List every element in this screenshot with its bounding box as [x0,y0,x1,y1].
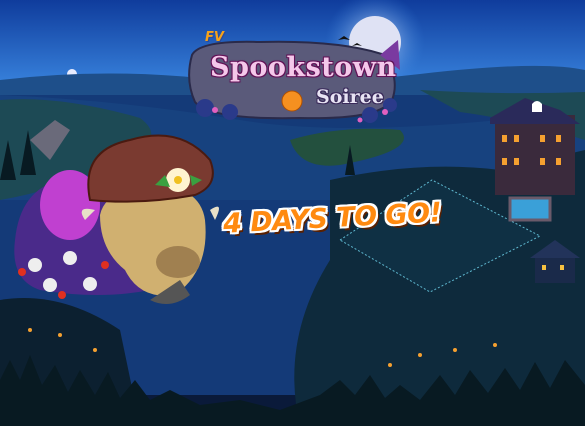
pumpkin-icon [281,90,303,112]
buffalo-character [14,120,220,304]
event-banner: FV Spookstown Soiree 4 DAYS TO GO! [0,0,585,426]
event-subtitle: Soiree [316,86,384,108]
fv-logo: FV [205,30,224,45]
event-title: Spookstown [210,52,397,83]
